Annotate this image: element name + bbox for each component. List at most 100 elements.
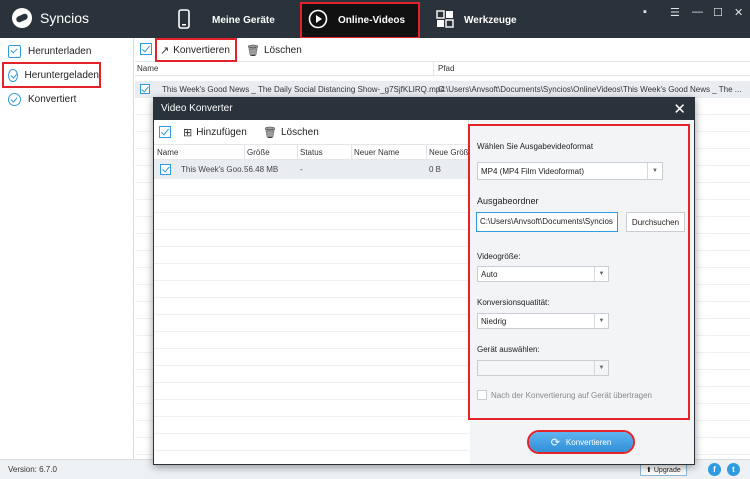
cell-name: This Week's Goo... — [181, 165, 243, 174]
device-label: Gerät auswählen: — [477, 345, 540, 354]
close-icon[interactable]: ✕ — [673, 100, 686, 118]
sidebar-item-herunterladen[interactable]: Herunterladen — [4, 40, 126, 62]
file-name: This Week's Good News _ The Daily Social… — [162, 85, 445, 94]
syncios-logo-icon — [12, 8, 32, 28]
output-folder-input[interactable]: C:\Users\Anvsoft\Documents\Syncios — [476, 212, 618, 232]
phone-icon — [178, 9, 190, 32]
sidebar-item-konvertiert[interactable]: Konvertiert — [4, 88, 126, 110]
refresh-icon: ⟳ — [550, 436, 560, 449]
tab-online-videos[interactable]: Online-Videos — [300, 2, 420, 39]
delete-label: Löschen — [280, 126, 319, 138]
cell-new-size: 0 B — [429, 165, 442, 174]
quality-select[interactable]: Niedrig ▼ — [477, 313, 609, 329]
row-checkbox[interactable] — [160, 164, 171, 175]
chat-icon[interactable]: ▪ — [643, 6, 647, 18]
video-size-label: Videogröße: — [477, 252, 521, 261]
device-select[interactable]: ▼ — [477, 360, 609, 376]
sidebar: Herunterladen Heruntergeladen Konvertier… — [0, 38, 134, 459]
format-label: Wählen Sie Ausgabevideoformat — [477, 142, 594, 151]
table-row[interactable]: This Week's Goo... 56.48 MB - 0 B — [154, 160, 469, 179]
dialog-title: Video Konverter — [161, 103, 233, 114]
browse-button[interactable]: Durchsuchen — [626, 212, 685, 232]
dialog-table-header: Name Größe Status Neuer Name Neue Größ — [154, 144, 469, 161]
table-row[interactable]: This Week's Good News _ The Daily Social… — [135, 81, 750, 98]
app-name: Syncios — [40, 10, 90, 26]
column-header-name: Name — [137, 64, 159, 73]
transfer-checkbox[interactable] — [477, 390, 487, 400]
check-circle-icon — [8, 92, 21, 106]
column-separator — [244, 145, 245, 161]
delete-button[interactable]: 🗑 Löschen — [260, 122, 322, 142]
sidebar-item-label: Konvertiert — [28, 93, 77, 105]
column-header-status: Status — [300, 148, 323, 157]
transfer-label: Nach der Konvertierung auf Gerät übertra… — [491, 391, 652, 400]
quality-label: Konversionsquatität: — [477, 298, 550, 307]
tab-label: Meine Geräte — [212, 15, 275, 26]
upgrade-button[interactable]: ⬆ Upgrade — [640, 464, 687, 476]
upgrade-label: Upgrade — [653, 466, 681, 474]
dialog-settings-panel: Wählen Sie Ausgabevideoformat MP4 (MP4 F… — [468, 120, 694, 464]
select-all-checkbox[interactable] — [140, 43, 152, 55]
column-separator — [297, 145, 298, 161]
download-icon — [8, 44, 21, 58]
dialog-title-bar: Video Konverter ✕ — [154, 98, 694, 120]
export-icon: ↗ — [160, 44, 170, 57]
tools-icon — [436, 10, 454, 31]
cell-status: - — [300, 165, 303, 174]
main-toolbar: ↗ Konvertieren 🗑 Löschen — [135, 38, 750, 62]
column-header-new-name: Neuer Name — [354, 148, 400, 157]
tab-label: Werkzeuge — [464, 15, 517, 26]
close-icon[interactable]: ✕ — [734, 6, 743, 19]
title-bar: Syncios Meine Geräte Online-Videos Werkz… — [0, 0, 750, 39]
column-header-new-size: Neue Größ — [429, 148, 469, 157]
quality-value: Niedrig — [481, 316, 507, 326]
tab-label: Online-Videos — [338, 15, 406, 26]
column-header-size: Größe — [247, 148, 270, 157]
column-separator — [351, 145, 352, 161]
folder-label: Ausgabeordner — [477, 196, 539, 206]
tab-werkzeuge[interactable]: Werkzeuge — [436, 4, 536, 37]
trash-icon: 🗑 — [246, 44, 260, 57]
minimize-icon[interactable]: — — [692, 6, 703, 18]
check-circle-icon — [8, 68, 18, 82]
dialog-toolbar: ⊞ Hinzufügen 🗑 Löschen — [154, 120, 469, 144]
sidebar-item-heruntergeladen[interactable]: Heruntergeladen — [2, 62, 101, 88]
delete-label: Löschen — [263, 44, 302, 56]
upgrade-icon: ⬆ — [646, 467, 652, 474]
maximize-icon[interactable]: ☐ — [713, 6, 723, 19]
chevron-down-icon: ▼ — [594, 361, 608, 375]
twitter-icon[interactable]: t — [727, 463, 740, 476]
menu-icon[interactable]: ☰ — [670, 6, 680, 19]
trash-icon: 🗑 — [263, 126, 277, 139]
video-size-value: Auto — [481, 269, 498, 279]
file-table-header: Name Pfad — [135, 62, 750, 76]
file-path: C:\Users\Anvsoft\Documents\Syncios\Onlin… — [438, 85, 742, 94]
sidebar-item-label: Heruntergeladen — [24, 69, 100, 81]
tab-meine-geraete[interactable]: Meine Geräte — [178, 4, 288, 37]
chevron-down-icon: ▼ — [647, 163, 662, 179]
convert-label: Konvertieren — [565, 437, 612, 447]
video-size-select[interactable]: Auto ▼ — [477, 266, 609, 282]
convert-button[interactable]: ↗ Konvertieren — [155, 38, 237, 62]
sidebar-item-label: Herunterladen — [28, 45, 92, 57]
add-label: Hinzufügen — [196, 126, 247, 138]
column-separator — [433, 62, 434, 76]
video-converter-dialog: Video Konverter ✕ ⊞ Hinzufügen 🗑 Löschen… — [153, 97, 695, 465]
cell-size: 56.48 MB — [244, 165, 279, 174]
column-separator — [426, 145, 427, 161]
play-icon — [308, 9, 328, 32]
add-button[interactable]: ⊞ Hinzufügen — [180, 122, 250, 142]
chevron-down-icon: ▼ — [594, 267, 608, 281]
convert-label: Konvertieren — [173, 44, 230, 56]
format-select[interactable]: MP4 (MP4 Film Videoformat) ▼ — [477, 162, 663, 180]
add-file-icon: ⊞ — [183, 126, 193, 139]
select-all-checkbox[interactable] — [159, 126, 171, 138]
row-checkbox[interactable] — [140, 84, 150, 94]
dialog-file-panel: ⊞ Hinzufügen 🗑 Löschen Name Größe Status… — [154, 120, 469, 464]
facebook-icon[interactable]: f — [708, 463, 721, 476]
column-header-name: Name — [157, 148, 179, 157]
convert-button[interactable]: ⟳ Konvertieren — [527, 430, 635, 454]
column-header-path: Pfad — [438, 64, 455, 73]
delete-button[interactable]: 🗑 Löschen — [243, 40, 305, 60]
chevron-down-icon: ▼ — [594, 314, 608, 328]
